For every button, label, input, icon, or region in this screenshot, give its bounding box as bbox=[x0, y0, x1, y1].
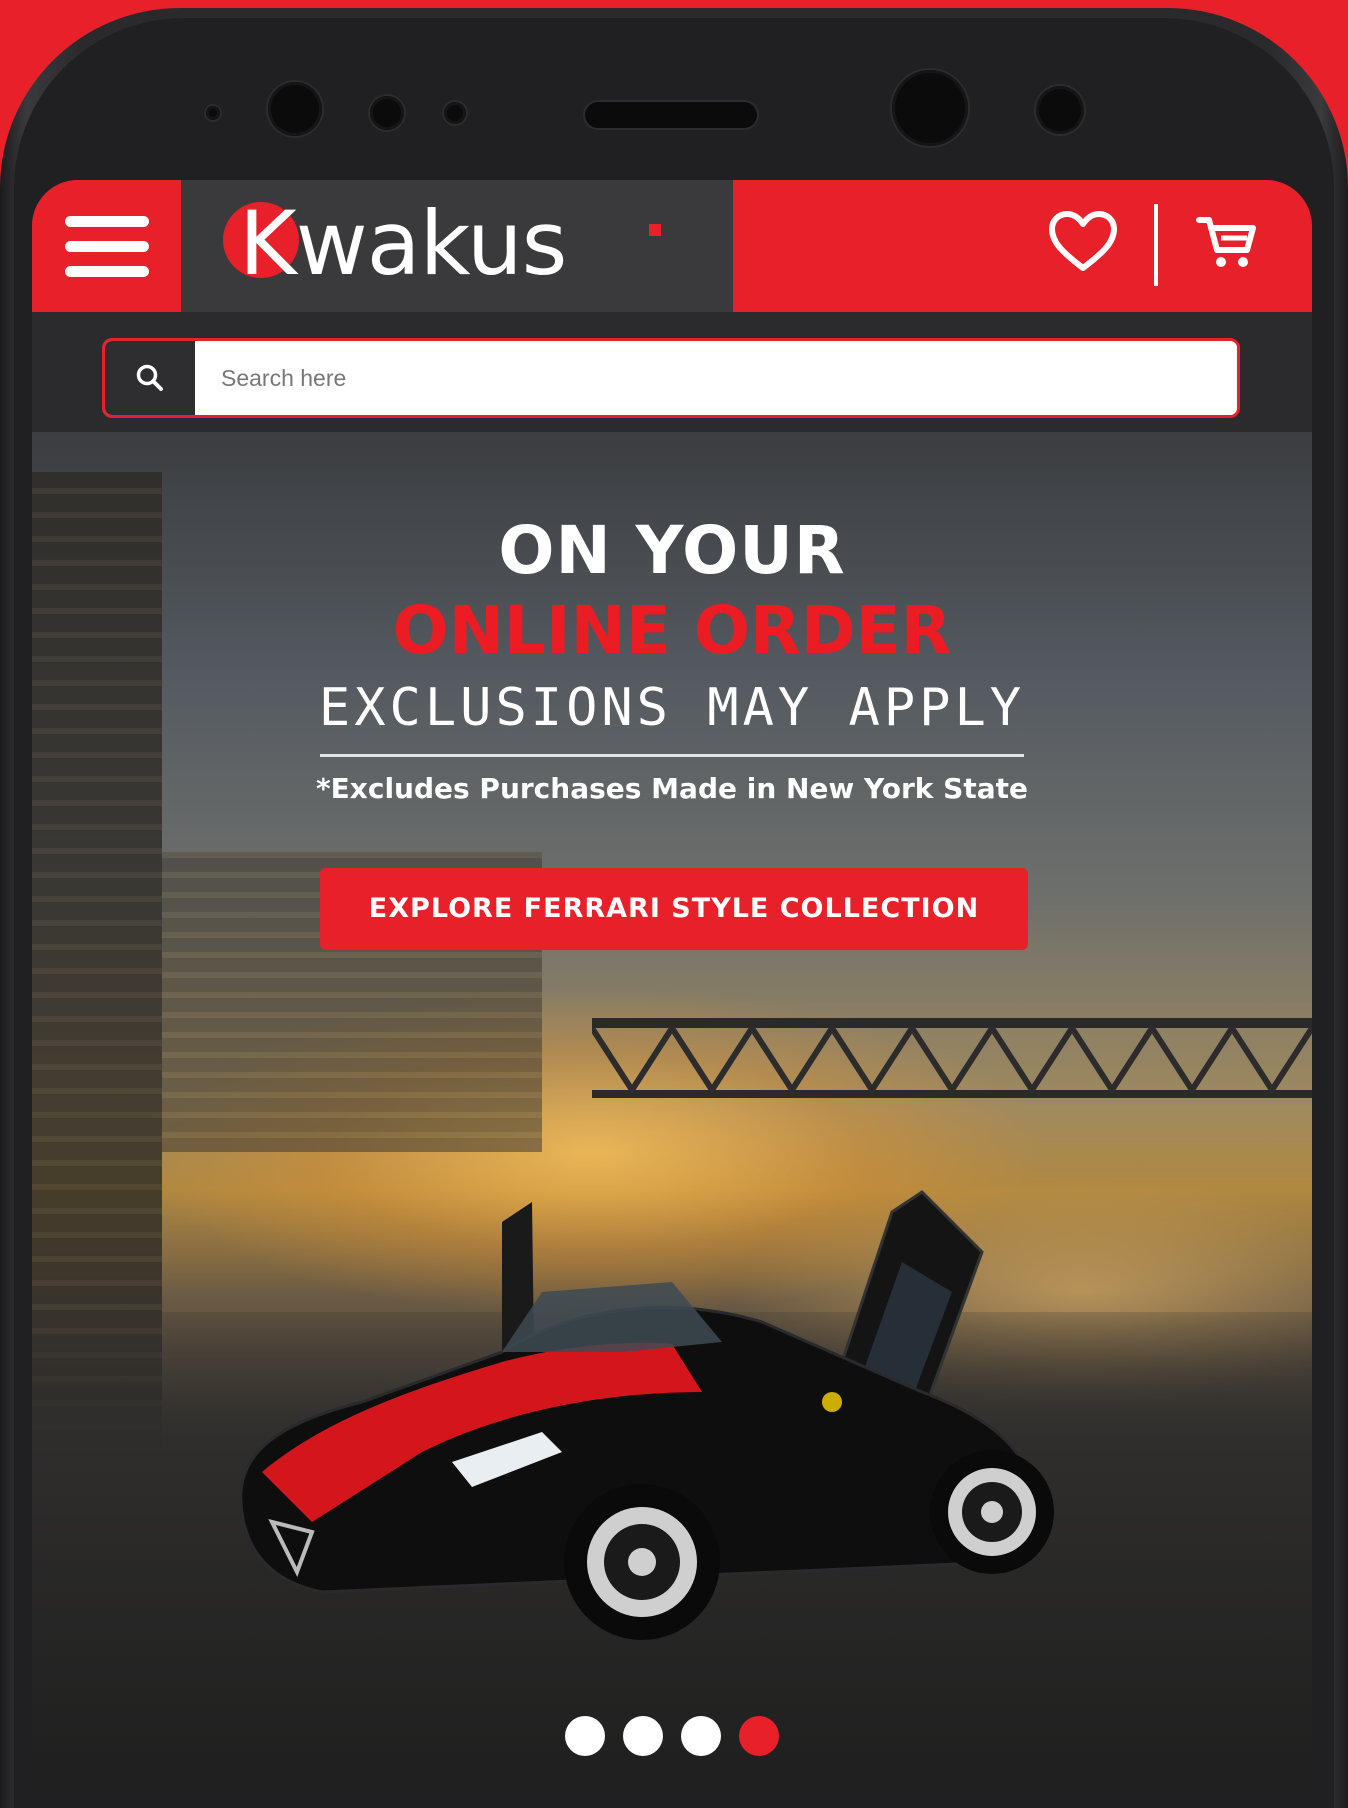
hero-headline: ON YOUR bbox=[498, 512, 846, 589]
hero-subtitle: EXCLUSIONS MAY APPLY bbox=[318, 678, 1026, 738]
hamburger-menu-icon bbox=[64, 215, 149, 227]
hamburger-menu-icon-bar bbox=[64, 265, 149, 277]
menu-button[interactable] bbox=[32, 180, 181, 312]
logo[interactable]: Kwakus bbox=[181, 180, 733, 312]
logo-text: Kwakus bbox=[239, 192, 567, 295]
search-bar bbox=[32, 312, 1312, 432]
hero-disclaimer: *Excludes Purchases Made in New York Sta… bbox=[316, 772, 1028, 805]
search-input[interactable] bbox=[195, 341, 1237, 415]
wishlist-button[interactable] bbox=[1048, 210, 1118, 274]
earpiece-speaker bbox=[585, 102, 757, 128]
carousel-dot-1[interactable] bbox=[565, 1716, 605, 1756]
ride-on-car-image bbox=[239, 1190, 1054, 1640]
cart-button[interactable] bbox=[1195, 210, 1259, 274]
hero-highlight: ONLINE ORDER bbox=[392, 592, 952, 669]
carousel-dot-2[interactable] bbox=[623, 1716, 663, 1756]
proximity-sensor bbox=[1036, 86, 1084, 134]
front-camera bbox=[268, 82, 322, 136]
search-field bbox=[102, 338, 1240, 418]
search-icon bbox=[136, 364, 163, 391]
carousel-dot-3[interactable] bbox=[681, 1716, 721, 1756]
hamburger-menu-icon-bar bbox=[64, 240, 149, 252]
front-camera-main bbox=[892, 70, 968, 146]
header-divider bbox=[1154, 204, 1158, 286]
phone-frame: Kwakus Search here ON YOUR ONLINE ORDER … bbox=[0, 8, 1348, 1808]
heart-icon bbox=[1049, 211, 1117, 271]
carousel-dot-4[interactable] bbox=[739, 1716, 779, 1756]
hero-divider bbox=[320, 754, 1024, 757]
hero-banner: ON YOUR ONLINE ORDER EXCLUSIONS MAY APPL… bbox=[32, 432, 1312, 1786]
phone-top-bezel bbox=[0, 8, 1348, 178]
top-bar: Kwakus bbox=[32, 180, 1312, 312]
sensor-dot bbox=[370, 96, 404, 130]
logo-accent bbox=[649, 224, 661, 236]
carousel-indicators bbox=[32, 1716, 1312, 1756]
shopping-cart-icon bbox=[1196, 217, 1256, 267]
sensor-dot bbox=[206, 106, 220, 120]
explore-collection-button[interactable]: EXPLORE FERRARI STYLE COLLECTION bbox=[320, 868, 1028, 950]
app-screen: Kwakus Search here ON YOUR ONLINE ORDER … bbox=[32, 180, 1312, 1786]
search-button[interactable] bbox=[105, 341, 195, 415]
sensor-dot bbox=[444, 102, 466, 124]
